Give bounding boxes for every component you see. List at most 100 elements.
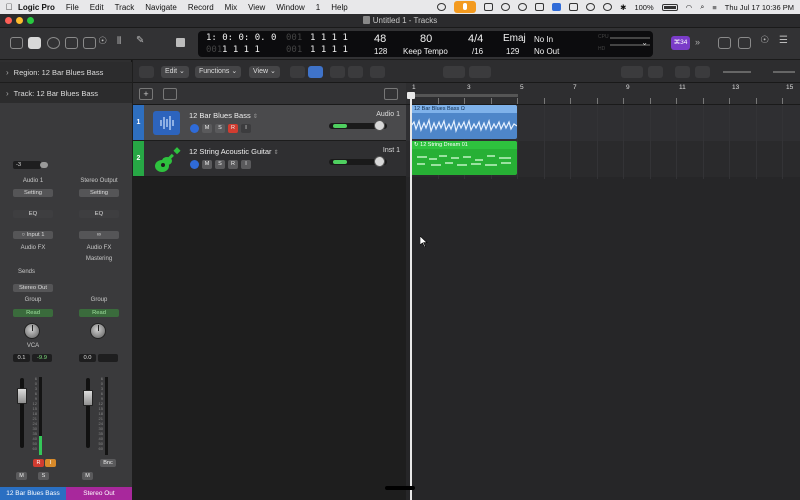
record-enable-button[interactable]: R xyxy=(228,160,238,169)
track-volume-handle[interactable] xyxy=(374,120,385,131)
tracks-view-icon[interactable] xyxy=(308,66,323,78)
pan-knob[interactable] xyxy=(90,323,106,339)
menu-window[interactable]: Window xyxy=(276,3,304,12)
gain-knob[interactable] xyxy=(40,162,48,168)
scroll-indicator[interactable] xyxy=(385,486,415,490)
cycle-area[interactable] xyxy=(410,94,518,97)
mute-button[interactable]: M xyxy=(82,472,93,480)
solo-button[interactable]: S xyxy=(38,472,49,480)
audio-region[interactable]: 12 Bar Blues Bass Ω xyxy=(411,105,517,139)
automation-mode[interactable]: Read xyxy=(13,309,53,317)
duplicate-track-icon[interactable] xyxy=(163,88,177,100)
vertical-zoom-icon[interactable] xyxy=(675,66,690,78)
bounce-button[interactable]: Bnc xyxy=(100,459,116,467)
volume-fader[interactable] xyxy=(83,390,93,406)
edit-menu-button[interactable]: Edit ⌄ xyxy=(161,66,189,78)
mastering-slot[interactable]: Mastering xyxy=(66,256,132,262)
catch-icon[interactable] xyxy=(370,66,385,78)
track-header-2[interactable]: 2 12 String Acoustic Guitar ⇕ M S R I Ins… xyxy=(133,141,406,177)
snap-icon[interactable] xyxy=(621,66,643,78)
automation-mode[interactable]: Read xyxy=(79,309,119,317)
strip-name[interactable]: 12 Bar Blues Bass xyxy=(0,487,66,500)
global-tracks-icon[interactable] xyxy=(384,88,398,100)
input-monitor-button[interactable]: I xyxy=(241,160,251,169)
mute-button[interactable]: M xyxy=(202,124,212,133)
input-monitor-button[interactable]: I xyxy=(241,124,251,133)
battery-icon[interactable] xyxy=(661,3,678,11)
disclosure-chevron-icon[interactable]: › xyxy=(6,68,9,77)
volume-fader-track[interactable] xyxy=(86,378,90,448)
gain-field[interactable]: -3 xyxy=(13,161,41,169)
apple-menu-icon[interactable]:  xyxy=(0,2,18,12)
shortcut-badge[interactable]: ⌘34 xyxy=(671,36,690,50)
search-icon[interactable]: ⌕ xyxy=(700,2,704,12)
mute-button[interactable]: M xyxy=(16,472,27,480)
status-icon[interactable] xyxy=(437,3,447,11)
menu-edit[interactable]: Edit xyxy=(90,3,104,12)
wifi-icon[interactable]: ◠ xyxy=(686,3,693,12)
editors-icon[interactable]: ✎ xyxy=(136,35,144,46)
menu-view[interactable]: View xyxy=(248,3,265,12)
mixer-icon[interactable]: ⫴ xyxy=(117,36,121,47)
pan-knob[interactable] xyxy=(24,323,40,339)
group-slot[interactable]: Group xyxy=(0,297,66,303)
track-name[interactable]: 12 Bar Blues Bass ⇕ xyxy=(189,111,258,120)
menu-file[interactable]: File xyxy=(66,3,79,12)
menu-help[interactable]: Help xyxy=(331,3,347,12)
eq-button[interactable]: EQ xyxy=(13,210,53,218)
browsers-icon[interactable]: ☰ xyxy=(779,35,788,46)
secondary-tool-icon[interactable] xyxy=(469,66,491,78)
list-editors-button[interactable] xyxy=(718,37,731,49)
menu-record[interactable]: Record xyxy=(188,3,214,12)
track-inspector-header[interactable]: › Track: 12 Bar Blues Bass xyxy=(0,83,132,104)
vca-slot[interactable]: VCA xyxy=(0,343,66,349)
disclosure-chevron-icon[interactable]: › xyxy=(6,89,9,98)
more-chevron-icon[interactable]: » xyxy=(695,37,700,47)
track-volume-slider[interactable] xyxy=(329,120,387,131)
clock-icon[interactable] xyxy=(586,3,596,11)
lcd-chevron-down-icon[interactable]: ⌄ xyxy=(641,38,648,47)
track-volume-handle[interactable] xyxy=(374,156,385,167)
loops-icon[interactable]: ☉ xyxy=(760,35,769,46)
record-status-icon[interactable] xyxy=(501,3,511,11)
mute-button[interactable]: M xyxy=(202,160,212,169)
smart-controls-button[interactable] xyxy=(83,37,96,49)
audio-fx-slot[interactable]: Audio FX xyxy=(66,245,132,251)
smart-controls-icon[interactable]: ☉ xyxy=(98,36,107,47)
inspector-button[interactable] xyxy=(28,37,41,49)
solo-button[interactable]: S xyxy=(215,124,225,133)
power-button[interactable] xyxy=(190,124,199,133)
tracks-workspace[interactable]: 1 3 5 7 9 11 13 15 12 Bar Blues Bass Ω ↻… xyxy=(406,83,800,500)
menu-mix[interactable]: Mix xyxy=(225,3,237,12)
waveform-zoom-icon[interactable] xyxy=(648,66,663,78)
notepad-button[interactable] xyxy=(738,37,751,49)
record-enable-button[interactable]: R xyxy=(33,459,44,467)
setting-button[interactable]: Setting xyxy=(79,189,119,197)
output-button[interactable]: Stereo Out xyxy=(13,284,53,292)
menu-navigate[interactable]: Navigate xyxy=(145,3,177,12)
input-monitor-button[interactable]: I xyxy=(45,459,56,467)
power-button[interactable] xyxy=(190,160,199,169)
app-status-icon[interactable] xyxy=(552,3,562,11)
sends-slot[interactable]: Sends xyxy=(0,269,66,275)
menu-1[interactable]: 1 xyxy=(316,3,320,12)
track-name[interactable]: 12 String Acoustic Guitar ⇕ xyxy=(189,147,279,156)
strip-name[interactable]: Stereo Out xyxy=(66,487,132,500)
calendar-icon[interactable] xyxy=(535,3,545,11)
functions-menu-button[interactable]: Functions ⌄ xyxy=(195,66,242,78)
toolbar-button[interactable] xyxy=(65,37,78,49)
window-icon[interactable] xyxy=(569,3,579,11)
stop-button[interactable] xyxy=(176,38,185,47)
vertical-zoom-slider[interactable] xyxy=(723,71,751,73)
volume-fader[interactable] xyxy=(17,388,27,404)
playhead[interactable] xyxy=(410,97,412,500)
volume-field[interactable]: 0.1 xyxy=(13,354,30,362)
audio-fx-slot[interactable]: Audio FX xyxy=(0,245,66,251)
menu-app[interactable]: Logic Pro xyxy=(18,3,55,12)
pointer-tool-icon[interactable] xyxy=(443,66,465,78)
flex-icon[interactable] xyxy=(348,66,363,78)
clock-text[interactable]: Thu Jul 17 10:36 PM xyxy=(725,3,794,12)
track-header-1[interactable]: 1 12 Bar Blues Bass ⇕ M S R I Audio 1 xyxy=(133,105,406,141)
control-center-icon[interactable]: ≡ xyxy=(712,3,716,12)
view-menu-button[interactable]: View ⌄ xyxy=(249,66,280,78)
